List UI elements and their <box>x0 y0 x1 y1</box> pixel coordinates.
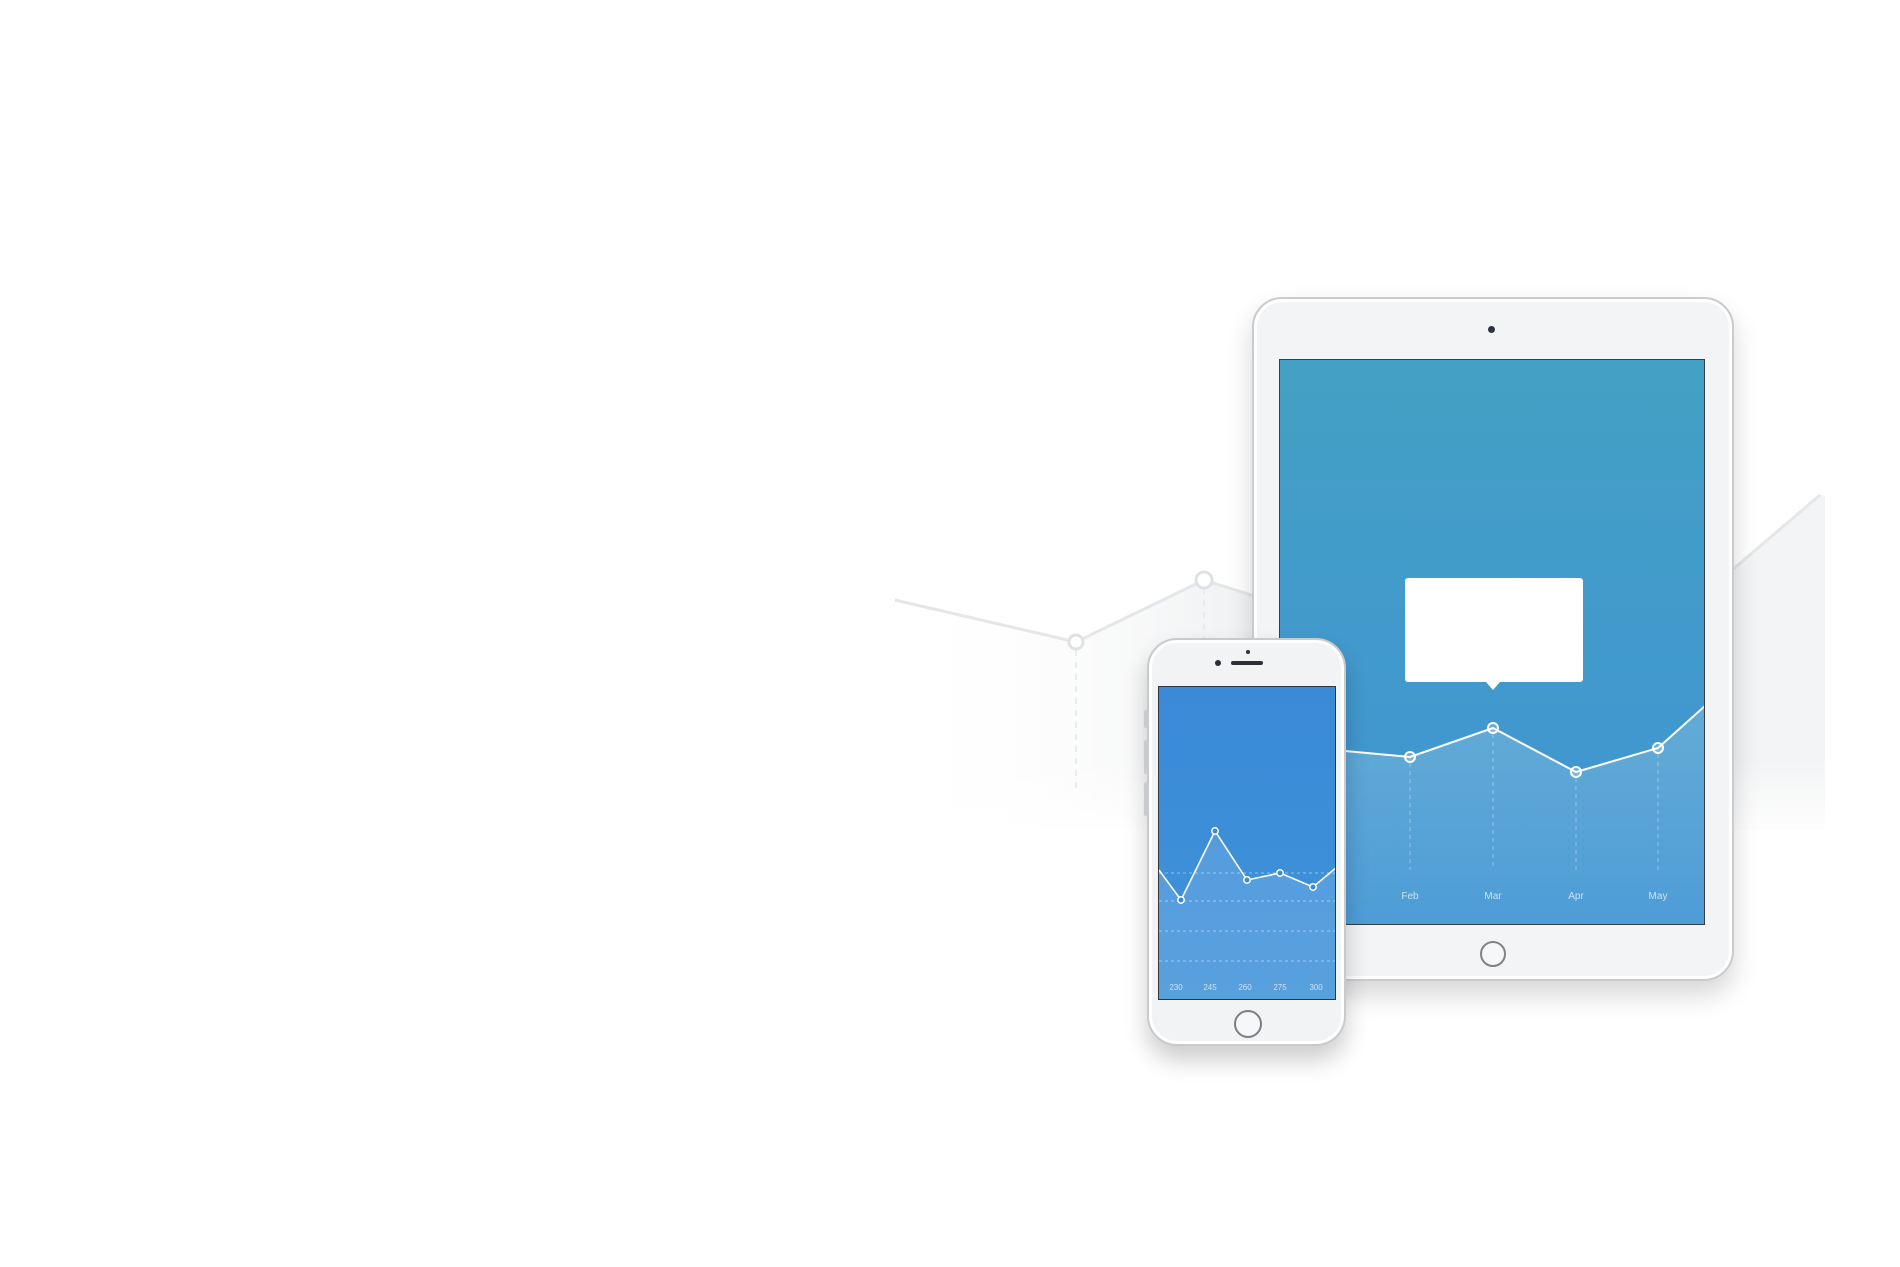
phone-sensor <box>1246 650 1250 654</box>
phone-x-tick-label: 260 <box>1238 983 1252 992</box>
phone-screen: 230 245 260 275 300 <box>1158 686 1336 1000</box>
phone-line-chart: 230 245 260 275 300 <box>1159 687 1335 999</box>
phone-data-point <box>1309 883 1317 891</box>
phone-volume-down-button <box>1144 782 1148 816</box>
background-point <box>1067 633 1085 651</box>
tablet-data-point <box>1487 722 1499 734</box>
phone-side-button <box>1144 710 1148 728</box>
phone-data-point <box>1243 876 1251 884</box>
phone-camera <box>1215 660 1221 666</box>
phone-x-tick-label: 275 <box>1273 983 1287 992</box>
phone-speaker <box>1231 661 1263 665</box>
phone-device: 230 245 260 275 300 <box>1144 638 1346 1046</box>
tablet-data-point <box>1570 766 1582 778</box>
phone-home-button[interactable] <box>1234 1010 1262 1038</box>
phone-data-point <box>1211 827 1219 835</box>
phone-data-point <box>1276 869 1284 877</box>
phone-x-tick-label: 300 <box>1309 983 1323 992</box>
phone-volume-up-button <box>1144 740 1148 774</box>
tablet-x-tick-label: Apr <box>1568 891 1584 902</box>
phone-data-point <box>1177 896 1185 904</box>
tablet-home-button[interactable] <box>1480 941 1506 967</box>
background-point <box>1194 570 1214 590</box>
phone-x-tick-label: 230 <box>1169 983 1183 992</box>
tablet-camera <box>1488 326 1495 333</box>
phone-x-tick-label: 245 <box>1203 983 1217 992</box>
tablet-tooltip <box>1405 578 1583 690</box>
tablet-data-point <box>1652 742 1664 754</box>
tablet-x-tick-label: Mar <box>1484 891 1502 902</box>
tablet-x-tick-label: Feb <box>1401 891 1419 902</box>
tablet-data-point <box>1404 751 1416 763</box>
tablet-x-tick-label: May <box>1649 891 1668 902</box>
